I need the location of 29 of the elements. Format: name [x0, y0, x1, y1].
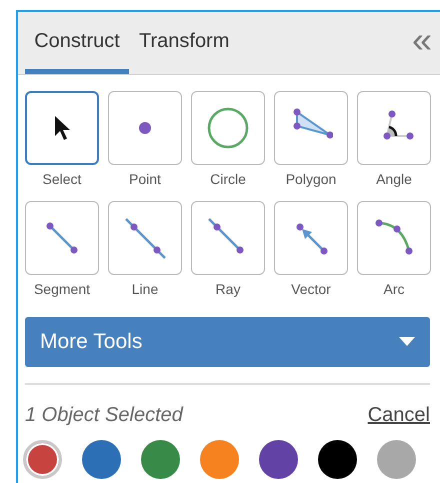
- color-swatch[interactable]: [259, 440, 298, 479]
- color-swatch[interactable]: [82, 440, 121, 479]
- point-icon: [139, 122, 151, 134]
- tool-label: Select: [42, 170, 82, 189]
- tool-label: Arc: [384, 280, 404, 299]
- collapse-button[interactable]: «: [412, 22, 432, 58]
- tool-label: Vector: [291, 280, 331, 299]
- caret-icon: [399, 337, 415, 347]
- selection-status: 1 Object Selected: [25, 403, 183, 428]
- color-swatch[interactable]: [377, 440, 416, 479]
- tool-label: Polygon: [286, 170, 336, 189]
- tab[interactable]: Transform: [137, 12, 232, 74]
- tool-label: Line: [132, 280, 158, 299]
- tool-label: Angle: [376, 170, 412, 189]
- color-swatch[interactable]: [200, 440, 239, 479]
- color-swatch[interactable]: [141, 440, 180, 479]
- more-tools-dropdown[interactable]: More Tools: [25, 317, 430, 367]
- cancel-link[interactable]: Cancel: [368, 400, 430, 430]
- tool-label: Circle: [210, 170, 246, 189]
- pointer-icon: [54, 116, 70, 140]
- tool-button[interactable]: [25, 91, 99, 165]
- circle-icon: [206, 106, 250, 150]
- color-swatch[interactable]: [23, 440, 62, 479]
- color-swatch[interactable]: [318, 440, 357, 479]
- tool-label: Ray: [216, 280, 240, 299]
- tab[interactable]: Construct: [25, 12, 129, 74]
- tool-label: Point: [129, 170, 161, 189]
- tool-label: Segment: [34, 280, 90, 299]
- line-icon: [123, 216, 167, 260]
